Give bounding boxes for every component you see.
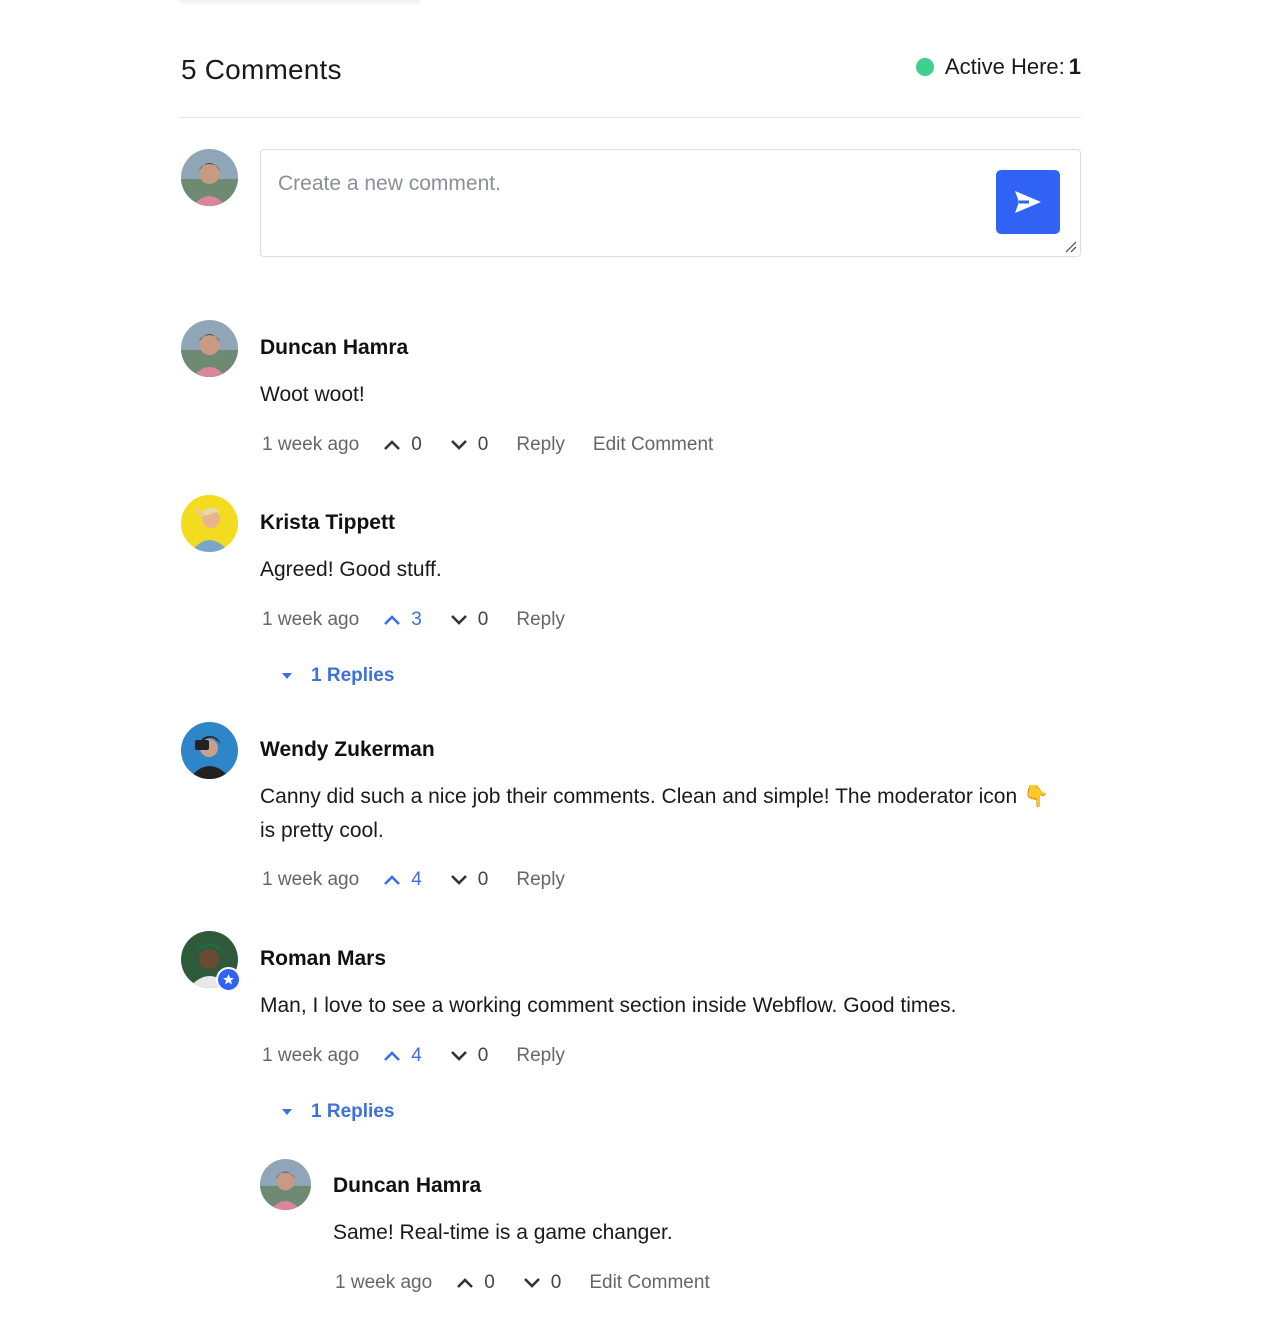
avatar <box>260 1159 311 1210</box>
chevron-down-icon <box>523 1278 540 1288</box>
top-fade <box>180 0 420 6</box>
star-badge-icon <box>223 974 234 985</box>
downvote-count: 0 <box>477 869 489 890</box>
upvote-count: 0 <box>411 434 422 455</box>
caret-down-icon <box>282 673 292 679</box>
chevron-up-icon <box>384 440 401 450</box>
edit-comment-link[interactable]: Edit Comment <box>589 1272 709 1294</box>
chevron-up-icon <box>384 615 401 625</box>
comment-meta: 1 week ago 0 0 Reply Edit Comment <box>262 430 741 460</box>
online-dot-icon <box>915 58 934 76</box>
avatar <box>181 320 238 377</box>
downvote-count: 0 <box>477 609 489 630</box>
comment-meta: 1 week ago 3 0 Reply <box>262 605 593 635</box>
moderator-badge <box>216 967 241 992</box>
chevron-down-icon <box>450 615 467 625</box>
avatar <box>181 495 238 552</box>
downvote-button[interactable]: 0 <box>450 869 489 891</box>
chevron-down-icon <box>450 1051 467 1061</box>
comment-time: 1 week ago <box>262 434 360 455</box>
downvote-count: 0 <box>477 1045 489 1066</box>
comment-author[interactable]: Roman Mars <box>260 947 386 971</box>
upvote-count: 4 <box>411 869 422 890</box>
chevron-up-icon <box>457 1278 474 1288</box>
replies-toggle[interactable]: 1 Replies <box>281 665 394 687</box>
downvote-button[interactable]: 0 <box>450 434 489 456</box>
chevron-up-icon <box>384 875 401 885</box>
comment-author[interactable]: Wendy Zukerman <box>260 738 435 762</box>
chevron-down-icon <box>450 875 467 885</box>
replies-count-label: 1 Replies <box>311 665 395 686</box>
comment-time: 1 week ago <box>262 869 360 890</box>
reply-body: Same! Real-time is a game changer. <box>333 1221 673 1244</box>
active-count: 1 <box>1068 54 1081 79</box>
comments-header: 5 Comments Active Here: 1 <box>180 52 1081 92</box>
upvote-button[interactable]: 4 <box>383 869 422 891</box>
send-comment-button[interactable] <box>996 170 1060 234</box>
comment-time: 1 week ago <box>262 609 360 630</box>
reply-link[interactable]: Reply <box>516 434 565 456</box>
replies-count-label: 1 Replies <box>311 1101 395 1122</box>
resize-handle-icon[interactable] <box>1065 241 1077 253</box>
chevron-up-icon <box>384 1051 401 1061</box>
comment-meta: 1 week ago 4 0 Reply <box>262 865 593 895</box>
chevron-down-icon <box>450 440 467 450</box>
comment-body: Man, I love to see a working comment sec… <box>260 994 957 1017</box>
comment-meta: 1 week ago 4 0 Reply <box>262 1041 593 1071</box>
reply-link[interactable]: Reply <box>516 609 565 631</box>
upvote-button[interactable]: 0 <box>383 434 422 456</box>
avatar <box>181 722 238 779</box>
upvote-count: 3 <box>411 609 422 630</box>
comments-count-title: 5 Comments <box>181 54 342 85</box>
downvote-count: 0 <box>550 1272 562 1293</box>
upvote-count: 4 <box>411 1045 422 1066</box>
reply-link[interactable]: Reply <box>516 869 565 891</box>
header-divider <box>180 117 1081 118</box>
downvote-button[interactable]: 0 <box>450 1045 489 1067</box>
comment-time: 1 week ago <box>262 1045 360 1066</box>
upvote-button[interactable]: 3 <box>383 609 422 631</box>
upvote-button[interactable]: 4 <box>383 1045 422 1067</box>
send-arrow-icon <box>1015 191 1041 213</box>
reply-author[interactable]: Duncan Hamra <box>333 1174 481 1198</box>
upvote-button[interactable]: 0 <box>456 1272 495 1294</box>
comment-body-line: Canny did such a nice job their comments… <box>260 785 1050 808</box>
upvote-count: 0 <box>484 1272 495 1293</box>
comment-body: Woot woot! <box>260 383 365 406</box>
downvote-count: 0 <box>477 434 489 455</box>
comment-body: Agreed! Good stuff. <box>260 558 442 581</box>
comment-author[interactable]: Krista Tippett <box>260 511 395 535</box>
current-user-avatar <box>181 149 238 206</box>
replies-toggle[interactable]: 1 Replies <box>281 1101 394 1123</box>
active-label: Active Here: <box>944 54 1065 79</box>
edit-comment-link[interactable]: Edit Comment <box>593 434 713 456</box>
active-users-indicator: Active Here: 1 <box>915 54 1081 80</box>
new-comment-box <box>260 149 1081 257</box>
reply-time: 1 week ago <box>335 1272 433 1293</box>
comment-body: Canny did such a nice job their comments… <box>260 780 1081 848</box>
new-comment-input[interactable] <box>278 164 978 204</box>
caret-down-icon <box>282 1109 292 1115</box>
downvote-button[interactable]: 0 <box>450 609 489 631</box>
downvote-button[interactable]: 0 <box>523 1272 562 1294</box>
comment-author[interactable]: Duncan Hamra <box>260 336 408 360</box>
reply-meta: 1 week ago 0 0 Edit Comment <box>335 1268 738 1298</box>
reply-link[interactable]: Reply <box>516 1045 565 1067</box>
comment-body-line: is pretty cool. <box>260 819 384 842</box>
